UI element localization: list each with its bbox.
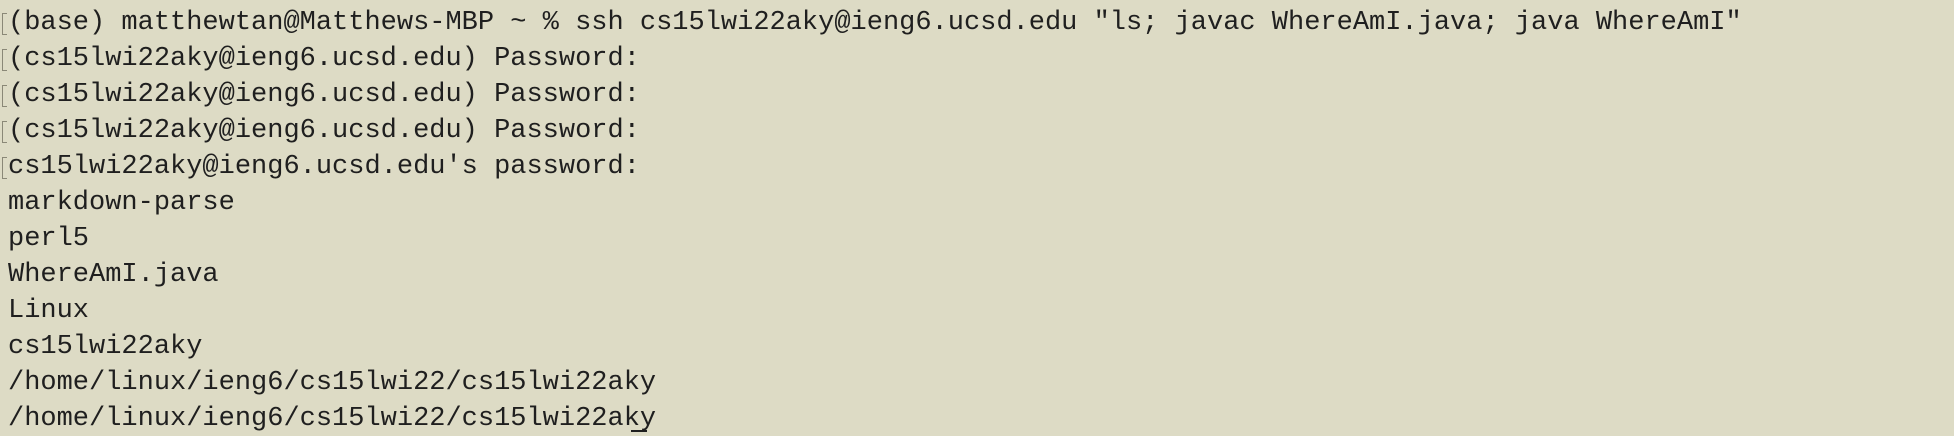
terminal-line-text: (cs15lwi22aky@ieng6.ucsd.edu) Password: [8, 116, 640, 146]
terminal-line-text: /home/linux/ieng6/cs15lwi22/cs15lwi22aky [8, 404, 657, 434]
text-cursor [631, 430, 647, 432]
terminal-line-text: cs15lwi22aky [8, 332, 203, 362]
terminal-line-text: (base) matthewtan@Matthews-MBP ~ % ssh c… [8, 8, 1742, 38]
terminal-line-output: WhereAmI.java [8, 257, 1954, 293]
terminal-window[interactable]: (base) matthewtan@Matthews-MBP ~ % ssh c… [0, 0, 1954, 436]
terminal-line-command: (base) matthewtan@Matthews-MBP ~ % ssh c… [2, 5, 1954, 41]
terminal-line-text: Linux [8, 296, 90, 326]
terminal-line-output: cs15lwi22aky [8, 329, 1954, 365]
terminal-line-output: markdown-parse [8, 185, 1954, 221]
terminal-line-text: cs15lwi22aky@ieng6.ucsd.edu's password: [8, 152, 640, 182]
terminal-line-output: /home/linux/ieng6/cs15lwi22/cs15lwi22aky [8, 365, 1954, 401]
terminal-line-text: (cs15lwi22aky@ieng6.ucsd.edu) Password: [8, 80, 640, 110]
terminal-line-text: WhereAmI.java [8, 260, 219, 290]
prompt-mark-icon [2, 121, 7, 143]
terminal-line-password-prompt: cs15lwi22aky@ieng6.ucsd.edu's password: [2, 149, 1954, 185]
terminal-line-output: perl5 [8, 221, 1954, 257]
terminal-line-output: /home/linux/ieng6/cs15lwi22/cs15lwi22aky [8, 401, 1954, 436]
terminal-line-password-prompt: (cs15lwi22aky@ieng6.ucsd.edu) Password: [2, 113, 1954, 149]
terminal-line-password-prompt: (cs15lwi22aky@ieng6.ucsd.edu) Password: [2, 41, 1954, 77]
terminal-line-text: (cs15lwi22aky@ieng6.ucsd.edu) Password: [8, 44, 640, 74]
prompt-mark-icon [2, 13, 7, 35]
terminal-line-output: Linux [8, 293, 1954, 329]
terminal-line-text: markdown-parse [8, 188, 235, 218]
terminal-line-text: perl5 [8, 224, 90, 254]
prompt-mark-icon [2, 157, 7, 179]
prompt-mark-icon [2, 49, 7, 71]
prompt-mark-icon [2, 85, 7, 107]
terminal-line-password-prompt: (cs15lwi22aky@ieng6.ucsd.edu) Password: [2, 77, 1954, 113]
terminal-line-text: /home/linux/ieng6/cs15lwi22/cs15lwi22aky [8, 368, 657, 398]
